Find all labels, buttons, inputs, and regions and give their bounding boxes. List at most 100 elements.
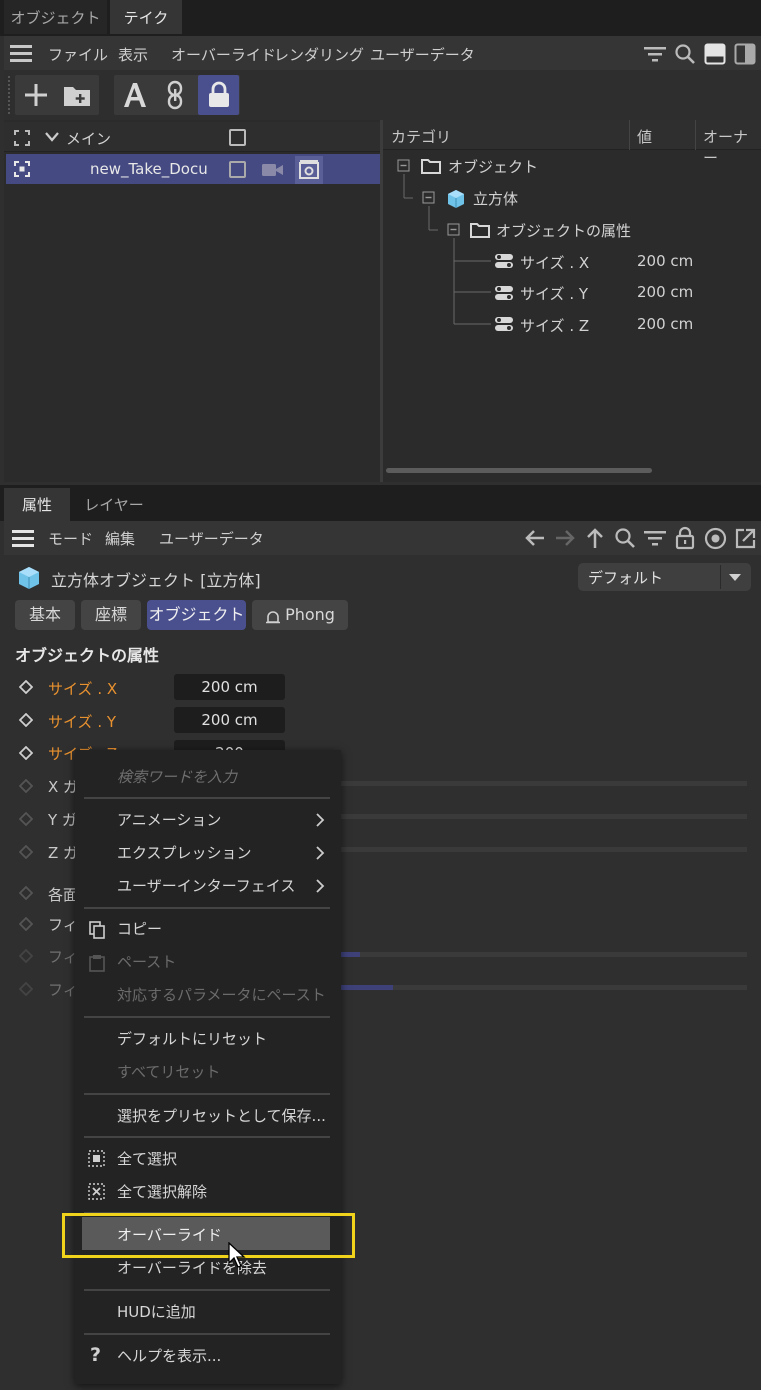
slider-segments-z[interactable] (341, 847, 747, 852)
layout-side-icon[interactable] (734, 43, 756, 65)
main-take-checkbox[interactable] (229, 129, 246, 146)
auto-take-button[interactable] (116, 76, 154, 114)
expand-all-icon[interactable] (14, 130, 30, 146)
horizontal-scrollbar[interactable] (386, 468, 652, 473)
keyframe-diamond-icon[interactable] (19, 713, 33, 727)
menu-separator (84, 1093, 330, 1095)
target-icon[interactable] (704, 527, 727, 550)
hamburger-icon[interactable] (10, 44, 34, 62)
menu-render[interactable]: レンダリング (274, 44, 364, 65)
tab-attributes[interactable]: 属性 (4, 488, 70, 521)
chevron-right-icon (315, 879, 325, 893)
up-arrow-icon[interactable] (585, 527, 605, 549)
menu-copy[interactable]: コピー (117, 918, 162, 939)
deselect-all-icon (88, 1183, 105, 1200)
keyframe-diamond-icon[interactable] (19, 982, 33, 996)
menu-userdata[interactable]: ユーザーデータ (370, 44, 475, 65)
tree-node-size-z[interactable]: サイズ . Z (520, 315, 589, 336)
menu-deselect-all[interactable]: 全て選択解除 (117, 1181, 207, 1202)
menu-reset-default[interactable]: デフォルトにリセット (117, 1028, 267, 1049)
page-tab-coord[interactable]: 座標 (81, 600, 141, 630)
search-icon[interactable] (614, 527, 636, 549)
render-settings-icon[interactable] (295, 156, 323, 184)
menu-view[interactable]: 表示 (118, 44, 148, 65)
keyframe-diamond-icon[interactable] (19, 680, 33, 694)
prop-size-y-field[interactable]: 200 cm (174, 707, 285, 733)
lock-button[interactable] (198, 75, 239, 115)
menu-userdata-attr[interactable]: ユーザーデータ (159, 528, 264, 549)
slider-fillet-radius[interactable] (341, 952, 747, 957)
chevron-right-icon (315, 846, 325, 860)
take-row-checkbox[interactable] (229, 161, 246, 178)
menu-animation[interactable]: アニメーション (117, 809, 221, 830)
context-search-field[interactable]: 検索ワードを入力 (84, 758, 330, 794)
link-button[interactable] (157, 76, 195, 114)
keyframe-diamond-icon[interactable] (19, 812, 33, 826)
tree-node-object[interactable]: オブジェクト (448, 156, 538, 177)
menu-separator (84, 1289, 330, 1291)
add-take-button[interactable] (17, 76, 55, 114)
camera-icon[interactable] (262, 163, 284, 177)
slider-segments-y[interactable] (341, 814, 747, 819)
keyframe-diamond-icon[interactable] (19, 746, 33, 760)
tree-node-cube[interactable]: 立方体 (473, 188, 518, 209)
slider-fillet-subdiv[interactable] (341, 985, 747, 990)
new-window-icon[interactable] (734, 527, 757, 550)
keyframe-diamond-icon[interactable] (19, 886, 33, 900)
chevron-down-icon[interactable] (44, 131, 60, 143)
menu-mode[interactable]: モード (48, 528, 93, 549)
forward-arrow-icon[interactable] (554, 528, 576, 548)
tab-layers[interactable]: レイヤー (76, 488, 152, 521)
prop-size-x-field[interactable]: 200 cm (174, 674, 285, 700)
prop-separate-surfaces-label: 各面 (48, 886, 79, 904)
preset-dropdown[interactable]: デフォルト (578, 563, 751, 591)
tree-node-size-y[interactable]: サイズ . Y (520, 283, 588, 304)
keyframe-diamond-icon[interactable] (19, 845, 33, 859)
column-divider-2[interactable] (695, 120, 696, 150)
menu-expression[interactable]: エクスプレッション (117, 842, 252, 863)
tab-objects[interactable]: オブジェクト (4, 0, 107, 34)
tree-node-attributes[interactable]: オブジェクトの属性 (496, 220, 631, 241)
menu-paste-matching[interactable]: 対応するパラメータにペースト (117, 984, 326, 1005)
take-row-icon (14, 161, 30, 177)
column-owner[interactable]: オーナー (703, 126, 761, 168)
take-row-label[interactable]: new_Take_Docu (90, 160, 208, 178)
menu-select-all[interactable]: 全て選択 (117, 1148, 177, 1169)
menu-reset-all[interactable]: すべてリセット (117, 1061, 220, 1082)
keyframe-diamond-icon[interactable] (19, 949, 33, 963)
tree-node-size-x[interactable]: サイズ . X (520, 252, 589, 273)
tab-takes[interactable]: テイク (110, 0, 182, 34)
parameter-icon (494, 316, 514, 332)
column-divider-1[interactable] (629, 120, 630, 150)
column-value[interactable]: 値 (637, 126, 652, 147)
page-tab-basic[interactable]: 基本 (15, 600, 75, 630)
page-tab-object[interactable]: オブジェクト (147, 600, 246, 630)
menu-file[interactable]: ファイル (48, 44, 108, 65)
menu-override[interactable]: オーバーライド (171, 44, 276, 65)
menu-add-hud[interactable]: HUDに追加 (117, 1301, 196, 1322)
add-folder-button[interactable] (58, 76, 96, 114)
menu-separator (84, 907, 330, 909)
hamburger-icon[interactable] (12, 529, 36, 547)
bell-icon (265, 608, 281, 624)
back-arrow-icon[interactable] (524, 528, 546, 548)
menu-edit[interactable]: 編集 (105, 528, 135, 549)
main-take-label[interactable]: メイン (66, 128, 111, 149)
slider-fillet-subdiv-fill (341, 985, 393, 990)
slider-segments-x[interactable] (341, 781, 747, 786)
menu-show-help[interactable]: ヘルプを表示... (117, 1345, 221, 1366)
search-icon[interactable] (674, 43, 696, 65)
keyframe-diamond-icon[interactable] (19, 917, 33, 931)
lock-icon[interactable] (675, 526, 695, 550)
filter-icon[interactable] (644, 529, 666, 547)
chevron-down-icon (728, 573, 742, 582)
menu-save-preset[interactable]: 選択をプリセットとして保存... (117, 1105, 326, 1126)
filter-icon[interactable] (644, 45, 666, 63)
page-tab-phong[interactable]: Phong (252, 600, 348, 630)
column-category[interactable]: カテゴリ (391, 126, 451, 147)
menu-user-interface[interactable]: ユーザーインターフェイス (117, 875, 295, 896)
keyframe-diamond-icon[interactable] (19, 779, 33, 793)
layout-bottom-icon[interactable] (704, 43, 726, 65)
prop-fillet-subdiv-label: フィ (48, 981, 78, 999)
menu-paste[interactable]: ペースト (117, 951, 176, 972)
